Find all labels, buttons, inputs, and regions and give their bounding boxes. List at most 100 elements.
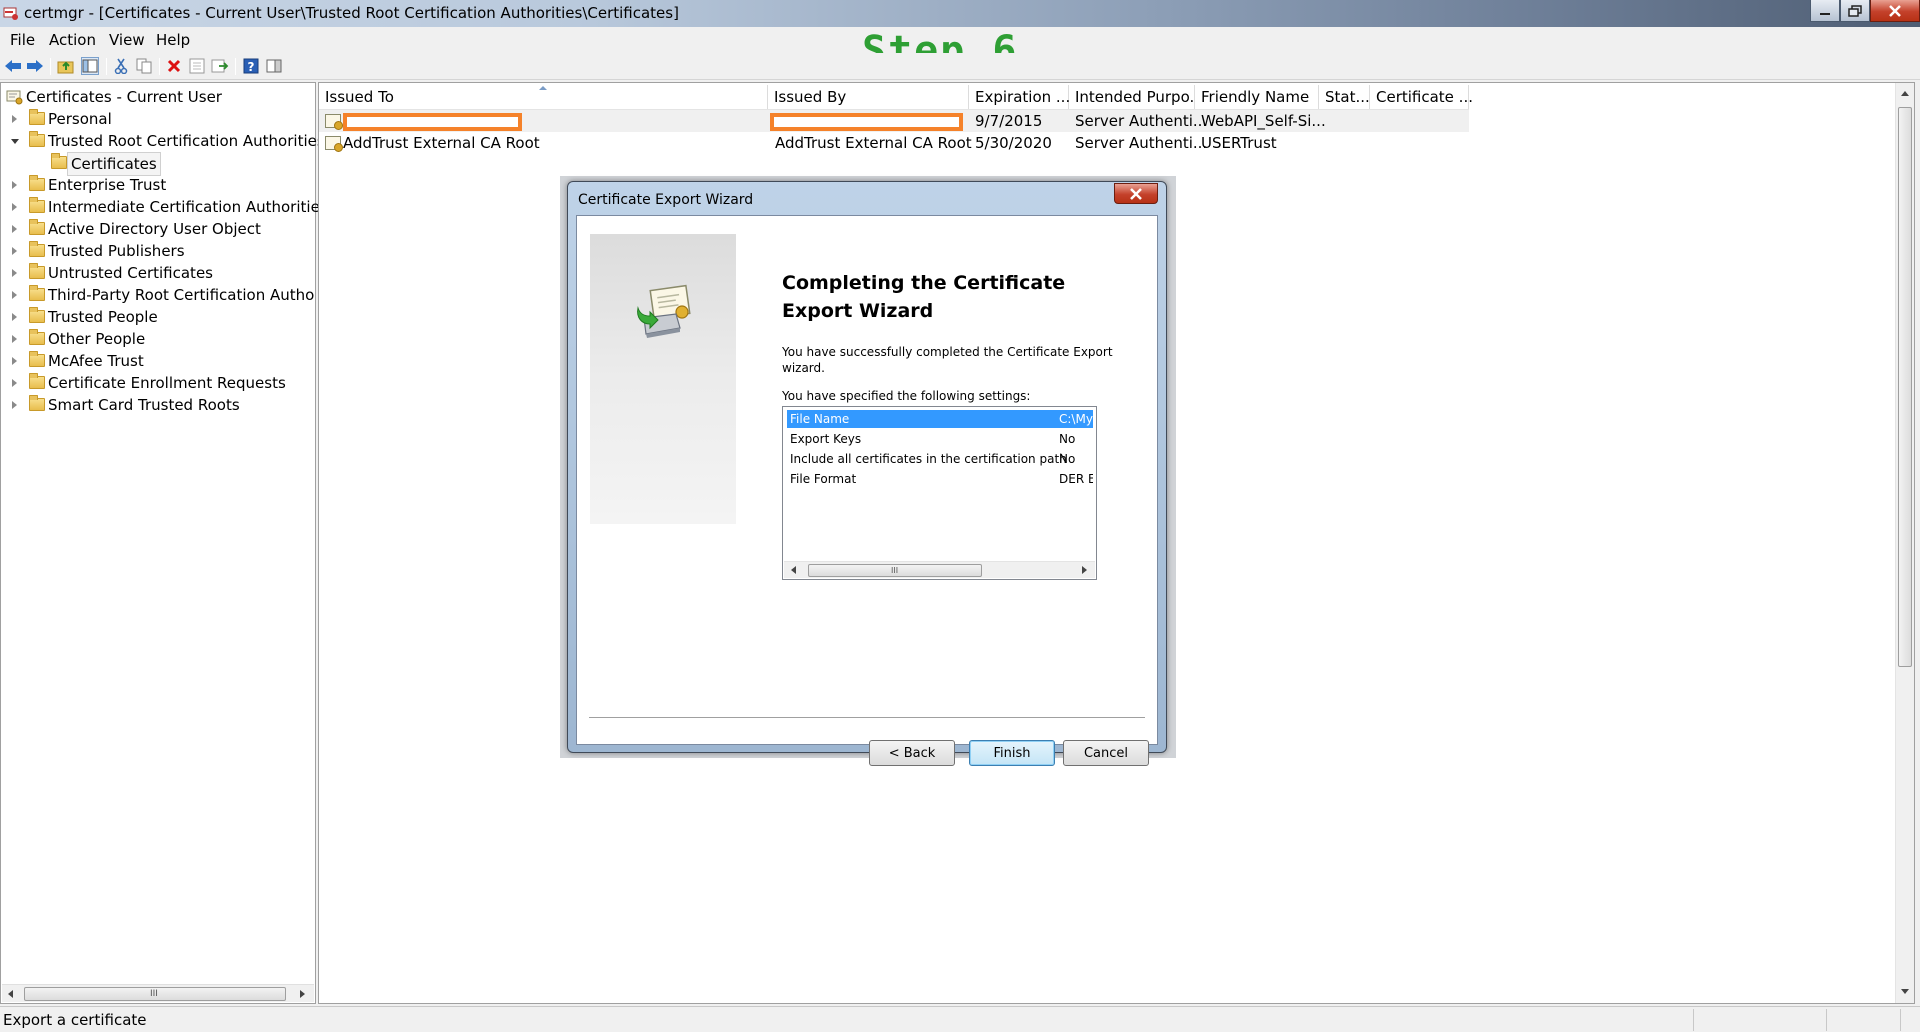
column-intended-purposes[interactable]: Intended Purpo... — [1069, 85, 1204, 109]
tree-item-untrusted[interactable]: Untrusted Certificates — [1, 262, 311, 284]
delete-button[interactable] — [165, 57, 183, 75]
expand-arrow-icon[interactable] — [12, 335, 17, 343]
tree-item-trusted-publishers[interactable]: Trusted Publishers — [1, 240, 311, 262]
certmgr-app-icon — [3, 7, 18, 20]
dialog-close-button[interactable] — [1114, 183, 1158, 204]
scroll-grip: III — [150, 989, 158, 999]
scrollbar-thumb[interactable]: III — [24, 987, 286, 1001]
scroll-right-icon[interactable] — [1082, 566, 1087, 574]
forward-button[interactable] — [26, 57, 44, 75]
scroll-down-icon[interactable] — [1901, 989, 1909, 994]
list-header: Issued To Issued By Expiration ... Inten… — [319, 83, 1473, 110]
folder-icon — [29, 373, 45, 389]
menu-view[interactable]: View — [109, 31, 145, 49]
scroll-right-icon[interactable] — [300, 990, 305, 998]
show-hide-console-tree-button[interactable] — [81, 57, 99, 75]
copy-button[interactable] — [135, 57, 153, 75]
column-expiration[interactable]: Expiration ... — [969, 85, 1070, 109]
export-list-button[interactable] — [211, 57, 229, 75]
tree-item-personal[interactable]: Personal — [1, 108, 311, 130]
copy-icon — [136, 58, 152, 74]
tree-item-trusted-root[interactable]: Trusted Root Certification Authorities — [1, 130, 325, 152]
tree-item-intermediate-ca[interactable]: Intermediate Certification Authorities — [1, 196, 328, 218]
tree-item-smart-card-roots[interactable]: Smart Card Trusted Roots — [1, 394, 311, 416]
column-label: Intended Purpo... — [1075, 88, 1204, 106]
column-issued-by[interactable]: Issued By — [768, 85, 969, 109]
cut-button[interactable] — [112, 57, 130, 75]
tree-item-certificates[interactable]: Certificates — [1, 152, 311, 176]
wizard-heading: Completing the Certificate Export Wizard — [782, 272, 1066, 322]
menu-file[interactable]: File — [10, 31, 35, 49]
delete-x-icon — [167, 59, 181, 73]
tree-item-mcafee-trust[interactable]: McAfee Trust — [1, 350, 311, 372]
table-row[interactable]: AddTrust External CA Root AddTrust Exter… — [319, 132, 1469, 154]
scrollbar-thumb[interactable] — [1898, 107, 1912, 667]
setting-value: DER Er — [1059, 472, 1093, 486]
scroll-up-icon[interactable] — [1901, 91, 1909, 96]
back-button[interactable]: < Back — [869, 740, 955, 766]
column-friendly-name[interactable]: Friendly Name — [1195, 85, 1319, 109]
expand-arrow-icon[interactable] — [12, 115, 17, 123]
folder-up-icon — [57, 61, 74, 74]
up-one-level-button[interactable] — [57, 57, 75, 75]
expand-arrow-icon[interactable] — [12, 401, 17, 409]
column-label: Issued By — [774, 88, 847, 106]
expand-arrow-icon[interactable] — [12, 203, 17, 211]
maximize-button[interactable] — [1840, 0, 1870, 22]
menu-help[interactable]: Help — [156, 31, 190, 49]
column-status[interactable]: Stat... — [1319, 85, 1370, 109]
tree-item-third-party-root[interactable]: Third-Party Root Certification Authoriti… — [1, 284, 315, 306]
column-label: Issued To — [325, 88, 394, 106]
expand-arrow-icon[interactable] — [12, 357, 17, 365]
help-button[interactable]: ? — [242, 57, 260, 75]
settings-list[interactable]: File Name C:\Myc Export Keys No Include … — [782, 406, 1097, 580]
minimize-button[interactable] — [1810, 0, 1840, 22]
setting-name: File Name — [790, 412, 850, 426]
cancel-button[interactable]: Cancel — [1063, 740, 1149, 766]
dialog-body: Completing the Certificate Export Wizard… — [576, 215, 1158, 766]
window-titlebar[interactable]: certmgr - [Certificates - Current User\T… — [0, 0, 1920, 27]
expand-arrow-icon[interactable] — [12, 247, 17, 255]
expand-arrow-icon[interactable] — [12, 181, 17, 189]
expand-arrow-icon[interactable] — [12, 313, 17, 321]
tree-item-enterprise-trust[interactable]: Enterprise Trust — [1, 174, 311, 196]
tree-item-label: Trusted Root Certification Authorities — [48, 132, 325, 150]
help-book-icon: ? — [243, 58, 259, 74]
show-hide-action-pane-button[interactable] — [265, 57, 283, 75]
expand-arrow-icon[interactable] — [12, 225, 17, 233]
list-item[interactable]: Include all certificates in the certific… — [787, 450, 1093, 468]
close-icon — [1889, 4, 1901, 17]
finish-button[interactable]: Finish — [969, 740, 1055, 766]
tree-item-label: Active Directory User Object — [48, 220, 261, 238]
scrollbar-thumb[interactable]: III — [808, 564, 982, 577]
back-button[interactable] — [4, 57, 22, 75]
expand-arrow-icon[interactable] — [12, 379, 17, 387]
list-vertical-scrollbar[interactable] — [1895, 83, 1914, 1003]
close-window-button[interactable] — [1870, 0, 1920, 22]
tree-item-active-directory[interactable]: Active Directory User Object — [1, 218, 311, 240]
expand-arrow-icon[interactable] — [12, 269, 17, 277]
scroll-left-icon[interactable] — [791, 566, 796, 574]
redaction-box — [770, 113, 963, 131]
folder-icon — [29, 109, 45, 125]
tree-item-enrollment-requests[interactable]: Certificate Enrollment Requests — [1, 372, 311, 394]
settings-horizontal-scrollbar[interactable]: III — [784, 561, 1095, 578]
list-item[interactable]: File Format DER Er — [787, 470, 1093, 488]
properties-button[interactable] — [188, 57, 206, 75]
expand-arrow-icon[interactable] — [12, 291, 17, 299]
tree-item-other-people[interactable]: Other People — [1, 328, 311, 350]
column-issued-to[interactable]: Issued To — [319, 85, 768, 109]
table-row[interactable]: 9/7/2015 Server Authenti... WebAPI_Self-… — [319, 110, 1469, 132]
cell-issued-to: AddTrust External CA Root — [343, 134, 540, 152]
collapse-arrow-icon[interactable] — [11, 139, 19, 144]
list-item[interactable]: File Name C:\Myc — [787, 410, 1093, 428]
scroll-left-icon[interactable] — [8, 990, 13, 998]
list-item[interactable]: Export Keys No — [787, 430, 1093, 448]
certificate-export-icon — [637, 284, 691, 338]
properties-icon — [189, 58, 205, 74]
tree-horizontal-scrollbar[interactable]: III — [2, 984, 314, 1002]
tree-item-trusted-people[interactable]: Trusted People — [1, 306, 311, 328]
menu-action[interactable]: Action — [49, 31, 96, 49]
column-certificate-template[interactable]: Certificate ... — [1370, 85, 1473, 109]
tree-root[interactable]: Certificates - Current User — [1, 86, 311, 108]
